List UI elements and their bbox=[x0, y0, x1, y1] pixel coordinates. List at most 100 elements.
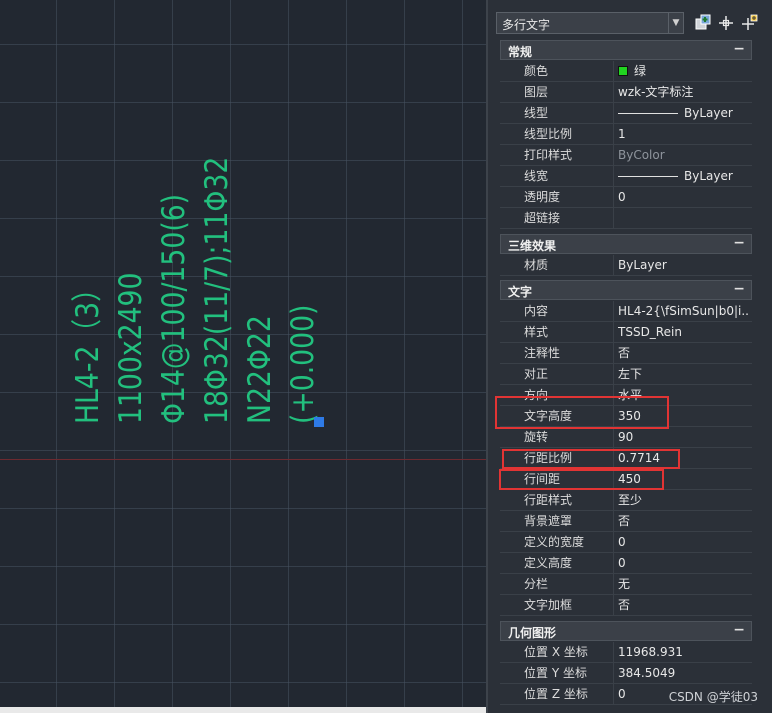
section-geometry[interactable]: 几何图形 − bbox=[500, 621, 752, 641]
section-general[interactable]: 常规 − bbox=[500, 40, 752, 60]
prop-value[interactable]: HL4-2{\fSimSun|b0|i... bbox=[618, 301, 748, 321]
highlight-line-space-distance bbox=[499, 469, 664, 490]
prop-label: 文字加框 bbox=[512, 595, 614, 615]
object-type-value: 多行文字 bbox=[502, 18, 551, 32]
prop-value[interactable]: 90 bbox=[618, 427, 748, 447]
mtext-line-4[interactable]: 18Φ32(11/7);11Φ32 bbox=[199, 113, 235, 424]
mtext-line-3[interactable]: Φ14@100/150(6) bbox=[156, 156, 192, 424]
prop-row-position-y[interactable]: 位置 Y 坐标 384.5049 bbox=[500, 663, 752, 684]
highlight-text-height bbox=[495, 396, 669, 429]
prop-value[interactable]: 无 bbox=[618, 574, 748, 594]
prop-value[interactable]: wzk-文字标注 bbox=[618, 82, 748, 102]
section-general-title: 常规 bbox=[508, 45, 533, 59]
prop-label: 注释性 bbox=[512, 343, 614, 363]
prop-row-hyperlink[interactable]: 超链接 bbox=[500, 208, 752, 229]
prop-value[interactable]: ByLayer bbox=[618, 255, 748, 275]
prop-label: 图层 bbox=[512, 82, 614, 102]
prop-row-plot-style[interactable]: 打印样式 ByColor bbox=[500, 145, 752, 166]
prop-row-style[interactable]: 样式 TSSD_Rein bbox=[500, 322, 752, 343]
prop-label: 样式 bbox=[512, 322, 614, 342]
select-objects-icon[interactable] bbox=[717, 14, 735, 32]
chevron-down-icon[interactable]: ▼ bbox=[668, 13, 683, 33]
section-3d-title: 三维效果 bbox=[508, 239, 557, 253]
prop-label: 颜色 bbox=[512, 61, 614, 81]
canvas-bottom-strip bbox=[0, 707, 486, 713]
prop-row-linetype[interactable]: 线型 ByLayer bbox=[500, 103, 752, 124]
prop-label: 位置 Y 坐标 bbox=[512, 663, 614, 683]
mtext-line-2[interactable]: 1100x2490 bbox=[113, 248, 149, 424]
prop-row-position-x[interactable]: 位置 X 坐标 11968.931 bbox=[500, 642, 752, 663]
prop-row-defined-height[interactable]: 定义高度 0 bbox=[500, 553, 752, 574]
insertion-grip[interactable] bbox=[314, 417, 324, 427]
prop-row-justify[interactable]: 对正 左下 bbox=[500, 364, 752, 385]
prop-row-color[interactable]: 颜色 绿 bbox=[500, 61, 752, 82]
prop-value[interactable]: 1 bbox=[618, 124, 748, 144]
watermark: CSDN @学徒03 bbox=[668, 690, 758, 704]
prop-label: 位置 Z 坐标 bbox=[512, 684, 614, 704]
prop-value[interactable]: 11968.931 bbox=[618, 642, 748, 662]
prop-value[interactable]: 否 bbox=[618, 343, 748, 363]
prop-row-layer[interactable]: 图层 wzk-文字标注 bbox=[500, 82, 752, 103]
prop-row-defined-width[interactable]: 定义的宽度 0 bbox=[500, 532, 752, 553]
collapse-icon[interactable]: − bbox=[733, 235, 745, 251]
prop-row-line-space-style[interactable]: 行距样式 至少 bbox=[500, 490, 752, 511]
prop-label: 线型比例 bbox=[512, 124, 614, 144]
prop-label: 线型 bbox=[512, 103, 614, 123]
prop-label: 行距样式 bbox=[512, 490, 614, 510]
prop-row-text-frame[interactable]: 文字加框 否 bbox=[500, 595, 752, 616]
prop-value[interactable]: 至少 bbox=[618, 490, 748, 510]
prop-label: 材质 bbox=[512, 255, 614, 275]
collapse-icon[interactable]: − bbox=[733, 622, 745, 638]
prop-value[interactable]: 否 bbox=[618, 595, 748, 615]
properties-toolbar: 多行文字 ▼ bbox=[488, 0, 772, 38]
prop-value[interactable]: 0 bbox=[618, 553, 748, 573]
prop-label: 对正 bbox=[512, 364, 614, 384]
prop-value[interactable]: 0 bbox=[618, 187, 748, 207]
linetype-name: ByLayer bbox=[684, 106, 733, 120]
prop-row-linetype-scale[interactable]: 线型比例 1 bbox=[500, 124, 752, 145]
prop-value[interactable]: TSSD_Rein bbox=[618, 322, 748, 342]
toggle-pickadd-icon[interactable] bbox=[740, 14, 758, 32]
properties-palette: 多行文字 ▼ 常规 − 颜色 绿 图层 wzk-文字标注 线型 ByLayer bbox=[488, 0, 772, 713]
prop-label: 定义高度 bbox=[512, 553, 614, 573]
prop-label: 定义的宽度 bbox=[512, 532, 614, 552]
mtext-line-6[interactable]: (+0.000) bbox=[285, 285, 321, 424]
object-type-select[interactable]: 多行文字 ▼ bbox=[496, 12, 684, 34]
x-axis-line bbox=[0, 459, 486, 460]
section-text[interactable]: 文字 − bbox=[500, 280, 752, 300]
section-3d-effects[interactable]: 三维效果 − bbox=[500, 234, 752, 254]
prop-row-lineweight[interactable]: 线宽 ByLayer bbox=[500, 166, 752, 187]
prop-label: 分栏 bbox=[512, 574, 614, 594]
prop-label: 背景遮罩 bbox=[512, 511, 614, 531]
prop-row-rotation[interactable]: 旋转 90 bbox=[500, 427, 752, 448]
highlight-line-space-factor bbox=[502, 449, 680, 469]
prop-label: 内容 bbox=[512, 301, 614, 321]
quick-select-icon[interactable] bbox=[694, 14, 712, 32]
collapse-icon[interactable]: − bbox=[733, 41, 745, 57]
prop-row-material[interactable]: 材质 ByLayer bbox=[500, 255, 752, 276]
prop-value[interactable] bbox=[618, 208, 748, 228]
collapse-icon[interactable]: − bbox=[733, 281, 745, 297]
prop-row-annotative[interactable]: 注释性 否 bbox=[500, 343, 752, 364]
section-geometry-title: 几何图形 bbox=[508, 626, 557, 640]
prop-value[interactable]: 384.5049 bbox=[618, 663, 748, 683]
prop-value[interactable]: 绿 bbox=[618, 61, 748, 81]
prop-row-transparency[interactable]: 透明度 0 bbox=[500, 187, 752, 208]
prop-value[interactable]: ByLayer bbox=[618, 103, 748, 123]
mtext-line-1[interactable]: HL4-2（3） bbox=[70, 251, 106, 424]
prop-label: 线宽 bbox=[512, 166, 614, 186]
prop-label: 透明度 bbox=[512, 187, 614, 207]
prop-label: 旋转 bbox=[512, 427, 614, 447]
prop-row-contents[interactable]: 内容 HL4-2{\fSimSun|b0|i... bbox=[500, 301, 752, 322]
prop-value[interactable]: 0 bbox=[618, 532, 748, 552]
prop-value[interactable]: 左下 bbox=[618, 364, 748, 384]
prop-row-columns[interactable]: 分栏 无 bbox=[500, 574, 752, 595]
drawing-canvas[interactable]: HL4-2（3） 1100x2490 Φ14@100/150(6) 18Φ32(… bbox=[0, 0, 486, 713]
prop-row-background-mask[interactable]: 背景遮罩 否 bbox=[500, 511, 752, 532]
prop-label: 超链接 bbox=[512, 208, 614, 228]
prop-value: ByColor bbox=[618, 148, 665, 162]
prop-value[interactable]: ByLayer bbox=[618, 166, 748, 186]
prop-label: 位置 X 坐标 bbox=[512, 642, 614, 662]
prop-value[interactable]: 否 bbox=[618, 511, 748, 531]
mtext-line-5[interactable]: N22Φ22 bbox=[242, 298, 278, 424]
